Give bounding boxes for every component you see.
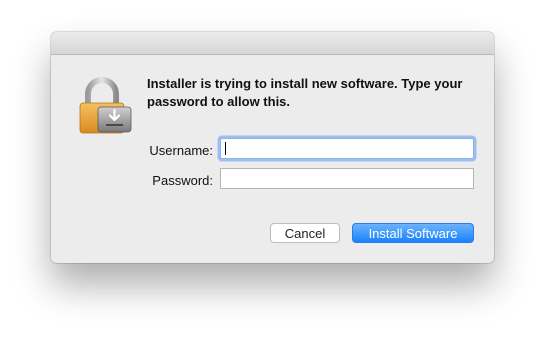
install-software-button[interactable]: Install Software xyxy=(352,223,474,243)
cancel-button[interactable]: Cancel xyxy=(270,223,340,243)
password-label: Password: xyxy=(152,173,213,188)
text-caret xyxy=(225,142,226,155)
desktop-stage: Installer is trying to install new softw… xyxy=(0,0,544,346)
username-label: Username: xyxy=(149,143,213,158)
dialog-titlebar[interactable] xyxy=(51,32,494,55)
username-field[interactable] xyxy=(220,138,474,159)
authentication-dialog: Installer is trying to install new softw… xyxy=(51,32,494,263)
lock-with-installer-icon xyxy=(79,77,132,134)
authentication-message: Installer is trying to install new softw… xyxy=(147,76,463,109)
password-field[interactable] xyxy=(220,168,474,189)
